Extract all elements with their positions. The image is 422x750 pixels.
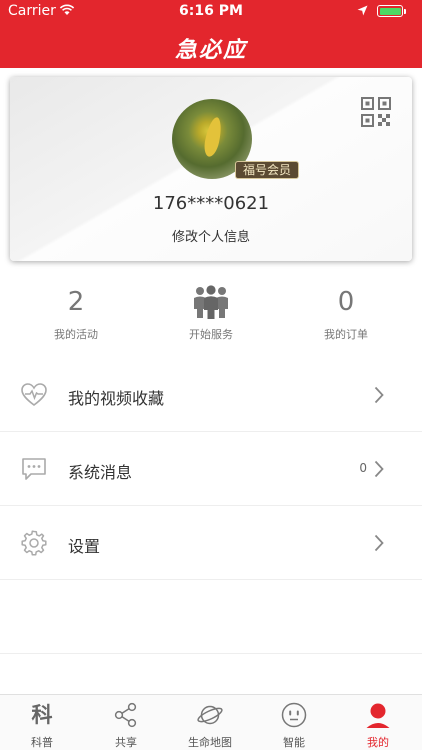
tab-life-map[interactable]: 生命地图 <box>168 695 252 750</box>
tab-share-label: 共享 <box>115 736 137 749</box>
unread-message-count: 0 <box>359 461 367 475</box>
activities-count: 2 <box>67 287 85 317</box>
chevron-right-icon <box>374 534 384 552</box>
tab-smart-label: 智能 <box>283 736 305 749</box>
stat-my-activities[interactable]: 2 我的活动 <box>6 284 146 342</box>
status-bar: Carrier 6:16 PM <box>0 0 422 24</box>
orders-count: 0 <box>337 287 355 317</box>
gear-icon <box>21 530 47 556</box>
tab-share[interactable]: 共享 <box>84 695 168 750</box>
orders-label: 我的订单 <box>324 328 368 341</box>
location-arrow-icon <box>357 5 368 16</box>
app-logo: 急必应 <box>174 38 247 63</box>
tab-science[interactable]: 科 科普 <box>0 695 84 750</box>
stats-row: 2 我的活动 开始服务 0 我的订单 <box>0 284 422 348</box>
phone-number: 176****0621 <box>152 193 270 214</box>
stat-my-orders[interactable]: 0 我的订单 <box>276 284 416 342</box>
menu-list: 我的视频收藏 系统消息 0 设置 <box>0 358 422 654</box>
settings-label: 设置 <box>68 537 101 556</box>
menu-item-settings[interactable]: 设置 <box>0 506 422 580</box>
menu-item-system-messages[interactable]: 系统消息 0 <box>0 432 422 506</box>
message-icon <box>22 458 46 480</box>
chevron-right-icon <box>374 460 384 478</box>
chevron-right-icon <box>374 386 384 404</box>
activities-label: 我的活动 <box>54 328 98 341</box>
tab-me[interactable]: 我的 <box>336 695 420 750</box>
tab-smart[interactable]: 智能 <box>252 695 336 750</box>
system-messages-label: 系统消息 <box>68 463 133 482</box>
user-icon <box>366 703 390 728</box>
share-icon <box>114 702 137 728</box>
menu-empty-row <box>0 580 422 654</box>
tab-me-label: 我的 <box>367 736 389 749</box>
start-service-label: 开始服务 <box>189 328 233 341</box>
people-group-icon <box>194 285 228 319</box>
profile-card: 福号会员 176****0621 修改个人信息 <box>10 77 412 261</box>
tab-science-label: 科普 <box>31 736 53 749</box>
battery-tip <box>404 9 406 14</box>
smiley-icon <box>281 702 307 728</box>
stat-start-service[interactable]: 开始服务 <box>141 284 281 342</box>
qr-code-icon[interactable] <box>361 97 391 127</box>
member-badge: 福号会员 <box>235 161 299 179</box>
science-icon: 科 <box>31 703 53 727</box>
menu-item-video-favorites[interactable]: 我的视频收藏 <box>0 358 422 432</box>
tab-life-map-label: 生命地图 <box>188 736 232 749</box>
planet-icon <box>197 705 223 725</box>
tab-bar: 科 科普 共享 生命地图 智能 我的 <box>0 695 422 750</box>
battery-icon <box>377 5 403 17</box>
heart-pulse-icon <box>21 383 47 407</box>
video-favorites-label: 我的视频收藏 <box>68 389 165 408</box>
edit-profile-link[interactable]: 修改个人信息 <box>10 226 412 245</box>
